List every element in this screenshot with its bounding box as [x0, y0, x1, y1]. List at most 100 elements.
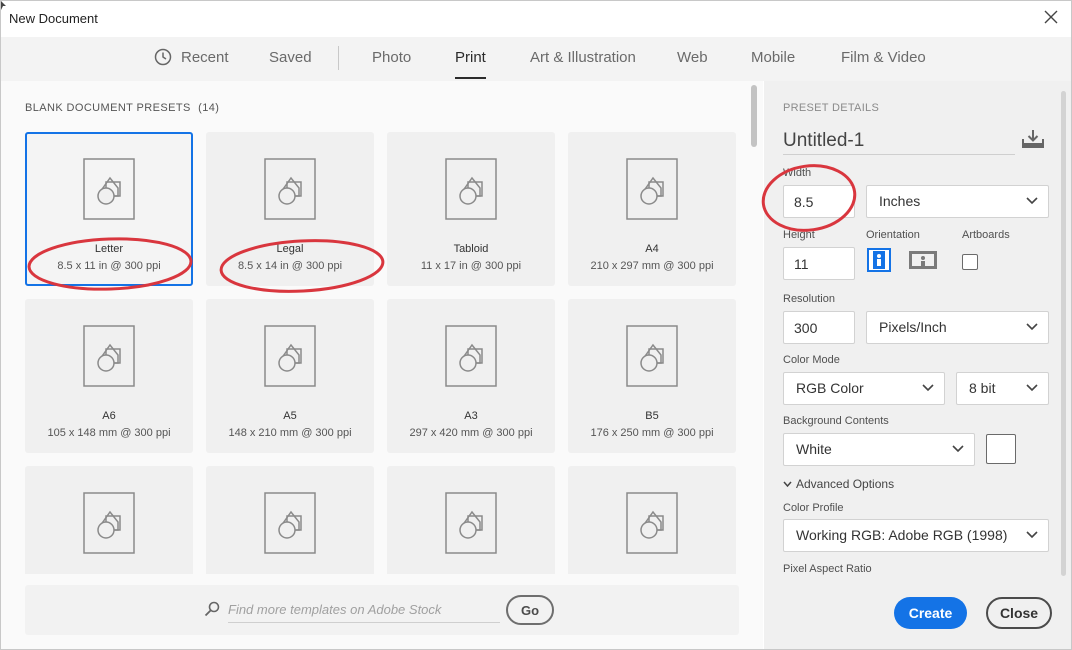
preset-card[interactable]: [25, 466, 193, 574]
preset-card[interactable]: [568, 466, 736, 574]
document-name-input[interactable]: [783, 127, 1015, 155]
tab-film-video[interactable]: Film & Video: [841, 49, 926, 66]
preset-card[interactable]: Tabloid 11 x 17 in @ 300 ppi: [387, 132, 555, 286]
tab-divider: [338, 46, 339, 70]
height-input[interactable]: [783, 247, 855, 280]
preset-card[interactable]: Legal 8.5 x 14 in @ 300 ppi: [206, 132, 374, 286]
close-button[interactable]: Close: [986, 597, 1052, 629]
presets-section-label: BLANK DOCUMENT PRESETS (14): [25, 102, 219, 114]
tab-saved[interactable]: Saved: [269, 49, 312, 66]
background-contents-value: White: [796, 441, 832, 457]
height-label: Height: [783, 229, 815, 241]
color-mode-select[interactable]: RGB Color: [783, 372, 945, 405]
background-contents-label: Background Contents: [783, 415, 889, 427]
width-input[interactable]: [783, 185, 855, 218]
chevron-down-icon: [1026, 197, 1038, 205]
document-preset-icon: [264, 158, 316, 220]
preset-dimensions: 176 x 250 mm @ 300 ppi: [590, 427, 714, 439]
document-preset-icon: [445, 492, 497, 554]
preset-card[interactable]: A4 210 x 297 mm @ 300 ppi: [568, 132, 736, 286]
document-preset-icon: [626, 158, 678, 220]
document-preset-icon: [445, 158, 497, 220]
presets-count: (14): [198, 102, 220, 114]
artboards-label: Artboards: [962, 229, 1010, 241]
document-preset-icon: [264, 325, 316, 387]
save-preset-icon[interactable]: [1022, 129, 1044, 149]
portrait-orientation-icon[interactable]: [867, 248, 891, 272]
chevron-down-icon: [952, 445, 964, 453]
document-preset-icon: [445, 325, 497, 387]
chevron-down-icon: [783, 481, 792, 488]
preset-card[interactable]: B5 176 x 250 mm @ 300 ppi: [568, 299, 736, 453]
advanced-options-label: Advanced Options: [796, 477, 895, 491]
chevron-down-icon: [1026, 323, 1038, 331]
preset-name: A3: [464, 410, 478, 422]
stock-search-input[interactable]: [228, 597, 500, 623]
preset-card[interactable]: A3 297 x 420 mm @ 300 ppi: [387, 299, 555, 453]
close-icon[interactable]: [1041, 7, 1061, 27]
background-color-swatch[interactable]: [986, 434, 1016, 464]
window-title: New Document: [9, 11, 98, 26]
preset-name: A6: [102, 410, 116, 422]
preset-card[interactable]: [387, 466, 555, 574]
cursor-mark-icon: [1, 1, 6, 10]
clock-icon: [154, 48, 172, 66]
preset-dimensions: 105 x 148 mm @ 300 ppi: [47, 427, 171, 439]
width-unit-value: Inches: [879, 193, 921, 209]
landscape-orientation-icon[interactable]: [908, 248, 938, 272]
color-profile-select[interactable]: Working RGB: Adobe RGB (1998): [783, 519, 1049, 552]
category-tabs: Recent Saved Photo Print Art & Illustrat…: [1, 37, 1071, 81]
color-mode-label: Color Mode: [783, 354, 840, 366]
document-preset-icon: [626, 325, 678, 387]
orientation-label: Orientation: [866, 229, 920, 241]
color-profile-label: Color Profile: [783, 502, 844, 514]
preset-dimensions: 297 x 420 mm @ 300 ppi: [409, 427, 533, 439]
preset-dimensions: 148 x 210 mm @ 300 ppi: [228, 427, 352, 439]
preset-dimensions: 11 x 17 in @ 300 ppi: [420, 260, 522, 272]
artboards-checkbox[interactable]: [962, 254, 978, 270]
preset-card[interactable]: A6 105 x 148 mm @ 300 ppi: [25, 299, 193, 453]
bit-depth-value: 8 bit: [969, 380, 996, 396]
presets-heading: BLANK DOCUMENT PRESETS: [25, 102, 191, 114]
preset-name: Legal: [276, 243, 304, 255]
details-scrollbar[interactable]: [1061, 91, 1066, 576]
tab-mobile[interactable]: Mobile: [751, 49, 795, 66]
preset-name: Letter: [94, 243, 124, 255]
title-bar: New Document: [1, 1, 1071, 35]
tab-print[interactable]: Print: [455, 49, 486, 79]
resolution-unit-value: Pixels/Inch: [879, 319, 947, 335]
preset-name: A5: [283, 410, 297, 422]
tab-art-illustration[interactable]: Art & Illustration: [530, 49, 636, 66]
width-unit-select[interactable]: Inches: [866, 185, 1049, 218]
preset-card[interactable]: Letter 8.5 x 11 in @ 300 ppi: [25, 132, 193, 286]
preset-dimensions: 210 x 297 mm @ 300 ppi: [590, 260, 714, 272]
presets-scrollbar[interactable]: [751, 85, 757, 571]
tab-web[interactable]: Web: [677, 49, 708, 66]
scrollbar-thumb[interactable]: [751, 85, 757, 147]
preset-details-heading: PRESET DETAILS: [783, 102, 880, 114]
preset-card[interactable]: A5 148 x 210 mm @ 300 ppi: [206, 299, 374, 453]
active-tab-indicator: [455, 77, 486, 79]
background-contents-select[interactable]: White: [783, 433, 975, 466]
document-preset-icon: [83, 158, 135, 220]
scrollbar-thumb[interactable]: [1061, 91, 1066, 576]
chevron-down-icon: [922, 384, 934, 392]
tab-recent[interactable]: Recent: [181, 49, 229, 66]
create-button[interactable]: Create: [894, 597, 967, 629]
color-mode-value: RGB Color: [796, 380, 864, 396]
document-preset-icon: [264, 492, 316, 554]
tab-photo[interactable]: Photo: [372, 49, 411, 66]
width-label: Width: [783, 167, 812, 179]
advanced-options-toggle[interactable]: Advanced Options: [783, 477, 894, 491]
resolution-label: Resolution: [783, 293, 835, 305]
preset-details-panel: PRESET DETAILS Width Inches Height Orien…: [764, 81, 1071, 649]
stock-search-bar: Go: [25, 585, 739, 635]
preset-card[interactable]: [206, 466, 374, 574]
go-button[interactable]: Go: [506, 595, 554, 625]
search-icon: [204, 601, 220, 617]
resolution-input[interactable]: [783, 311, 855, 344]
bit-depth-select[interactable]: 8 bit: [956, 372, 1049, 405]
resolution-unit-select[interactable]: Pixels/Inch: [866, 311, 1049, 344]
new-document-dialog: New Document Recent Saved Photo Print Ar…: [0, 0, 1072, 650]
pixel-aspect-ratio-label: Pixel Aspect Ratio: [783, 563, 872, 575]
